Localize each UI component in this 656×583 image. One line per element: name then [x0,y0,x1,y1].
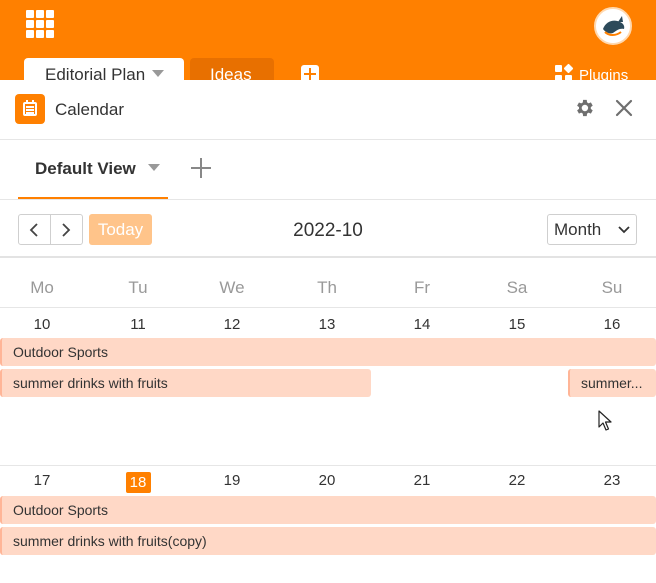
tab-ideas[interactable]: Ideas [190,58,274,80]
day-number[interactable]: 20 [280,472,374,489]
weekday-label: Tu [128,278,148,297]
add-table-plus-icon[interactable] [301,65,319,80]
view-tab-label: Default View [35,159,136,178]
view-mode-value: Month [554,220,602,239]
calendar-event[interactable]: Outdoor Sports [0,496,656,524]
day-number[interactable]: 13 [280,316,374,333]
calendar-week: 10 11 12 13 14 15 16 Outdoor Sports summ… [0,308,656,466]
day-number[interactable]: 15 [470,316,564,333]
today-badge: 18 [125,472,151,493]
weekday-header: Mo Tu We Th Fr Sa Su [0,260,656,308]
chevron-down-icon[interactable] [147,164,160,171]
view-bar: Default View [0,140,656,200]
weekday-label: Mo [30,278,54,297]
chevron-down-icon [618,226,630,234]
app-header: Editorial Plan Ideas Plugins [0,0,656,80]
day-number[interactable]: 22 [470,472,564,489]
day-number[interactable]: 21 [375,472,469,489]
chevron-down-icon[interactable] [152,70,165,77]
calendar-event[interactable]: Outdoor Sports [0,338,656,366]
calendar-week: 17 18 19 20 21 22 23 Outdoor Sports summ… [0,467,656,583]
day-number[interactable]: 11 [91,316,185,333]
weekday-label: Su [601,278,623,297]
weekday-label: We [219,278,245,297]
day-number[interactable]: 16 [565,316,656,333]
calendar-toolbar: Today 2022-10 Month [0,200,656,258]
panel-header: Calendar [0,80,656,140]
plugins-label: Plugins [579,67,629,80]
calendar-event[interactable]: summer... [568,369,656,397]
user-avatar[interactable] [594,7,632,45]
weekday-label: Fr [413,278,431,297]
tab-default-view[interactable]: Default View [18,140,168,199]
day-number[interactable]: 14 [375,316,469,333]
panel-title: Calendar [55,100,124,119]
plugins-icon [555,63,574,80]
add-view-plus-icon[interactable] [191,158,211,178]
tab-editorial-plan-label: Editorial Plan [45,65,146,80]
gear-icon[interactable] [573,97,595,119]
tab-editorial-plan[interactable]: Editorial Plan [24,58,184,80]
calendar-icon [15,94,45,124]
calendar-event[interactable]: summer drinks with fruits [0,369,371,397]
close-icon[interactable] [613,97,635,119]
view-mode-select[interactable]: Month [547,214,637,245]
day-number-today[interactable]: 18 [91,472,185,493]
tab-ideas-label: Ideas [210,65,252,80]
weekday-label: Sa [506,278,528,297]
day-number[interactable]: 12 [185,316,279,333]
calendar-event[interactable]: summer drinks with fruits(copy) [0,527,656,555]
apps-grid-icon[interactable] [26,10,54,38]
day-number[interactable]: 17 [0,472,89,489]
day-number[interactable]: 23 [565,472,656,489]
day-number[interactable]: 19 [185,472,279,489]
mouse-cursor-icon [598,410,612,431]
day-number[interactable]: 10 [0,316,89,333]
weekday-label: Th [317,278,337,297]
plugins-button[interactable]: Plugins [555,63,629,80]
